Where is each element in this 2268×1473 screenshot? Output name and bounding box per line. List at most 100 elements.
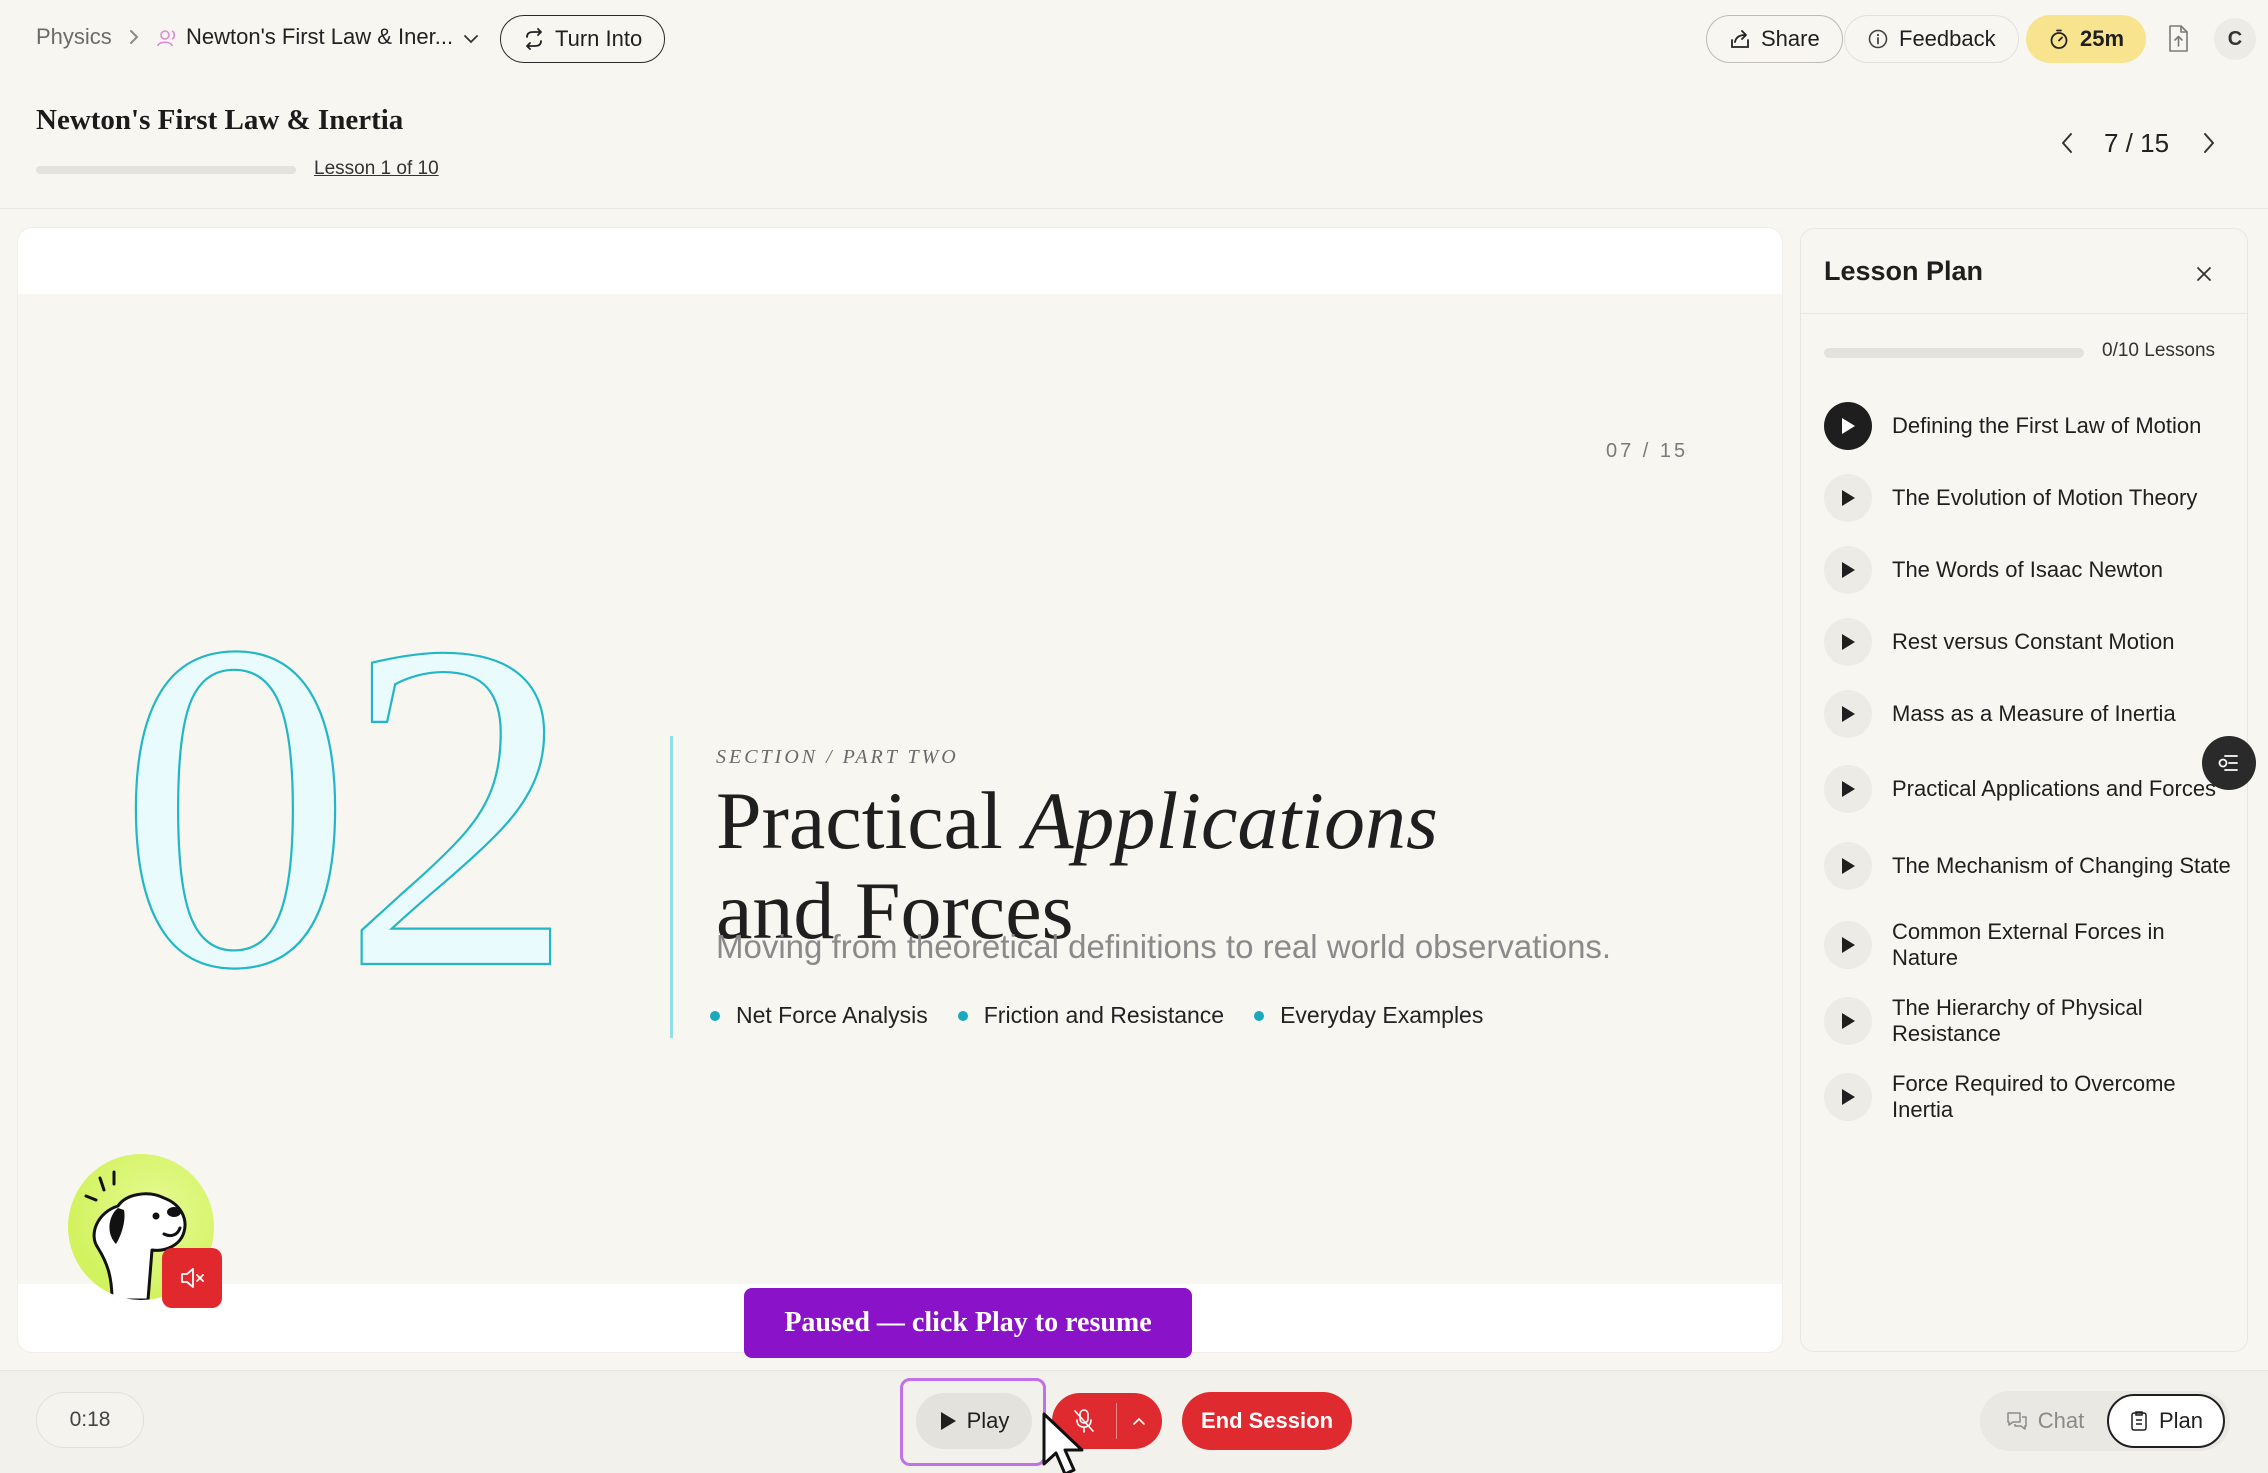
lesson-plan-item[interactable]: Mass as a Measure of Inertia [1824, 690, 2234, 738]
mouse-pointer-icon [1042, 1412, 1084, 1473]
play-icon [1842, 858, 1855, 874]
close-icon[interactable] [2192, 262, 2216, 286]
lesson-plan-title: Lesson Plan [1824, 256, 1984, 286]
lesson-play-button[interactable] [1824, 546, 1872, 594]
play-icon [1842, 562, 1855, 578]
lesson-plan-item[interactable]: Practical Applications and Forces [1824, 765, 2234, 813]
tutor-muted-badge[interactable] [162, 1248, 222, 1308]
slide-number: 07 / 15 [1606, 440, 1689, 462]
lesson-play-button[interactable] [1824, 921, 1872, 969]
play-icon [1842, 781, 1855, 797]
section-number: 02 [118, 624, 564, 1044]
breadcrumb-physics[interactable]: Physics [36, 24, 112, 50]
lesson-plan-item[interactable]: Defining the First Law of Motion [1824, 402, 2234, 450]
play-icon [1842, 634, 1855, 650]
share-button[interactable]: Share [1706, 15, 1843, 63]
play-icon [1842, 706, 1855, 722]
share-label: Share [1761, 26, 1820, 51]
topic-tag: Net Force Analysis [710, 1002, 928, 1029]
chevron-right-icon [130, 30, 139, 44]
end-session-label: End Session [1200, 1408, 1334, 1433]
accent-divider [670, 736, 673, 1038]
lesson-play-button[interactable] [1824, 1073, 1872, 1121]
lesson-title: Common External Forces in Nature [1892, 919, 2165, 970]
lesson-play-button[interactable] [1824, 690, 1872, 738]
clipboard-icon [2131, 1411, 2147, 1431]
lesson-plan-progress-bar [1824, 348, 2084, 358]
chevron-up-icon [1133, 1417, 1145, 1425]
lesson-plan-item[interactable]: The Mechanism of Changing State [1824, 842, 2234, 890]
slide-counter: 7 / 15 [2104, 128, 2170, 158]
lesson-plan-item[interactable]: Rest versus Constant Motion [1824, 618, 2234, 666]
plan-tab-label: Plan [2158, 1408, 2204, 1433]
chevron-down-icon[interactable] [462, 30, 480, 48]
end-session-button[interactable]: End Session [1182, 1392, 1352, 1450]
turn-into-label: Turn Into [555, 26, 643, 51]
lesson-progress-link[interactable]: Lesson 1 of 10 [314, 158, 439, 180]
chat-bubbles-icon [2007, 1412, 2027, 1430]
lesson-play-button[interactable] [1824, 765, 1872, 813]
play-icon [1842, 1089, 1855, 1105]
lesson-progress-bar [36, 166, 296, 174]
topic-tag: Everyday Examples [1254, 1002, 1483, 1029]
lesson-plan-count: 0/10 Lessons [2102, 340, 2216, 361]
feedback-button[interactable]: Feedback [1844, 15, 2019, 63]
list-icon [2218, 755, 2238, 771]
chat-tab[interactable]: Chat [1983, 1394, 2107, 1448]
panel-divider [1801, 313, 2247, 314]
people-icon [157, 30, 176, 47]
lesson-play-button[interactable] [1824, 402, 1872, 450]
lesson-title: Rest versus Constant Motion [1892, 629, 2175, 654]
page-title: Newton's First Law & Inertia [36, 104, 404, 136]
play-label: Play [966, 1408, 1010, 1433]
lesson-title: Mass as a Measure of Inertia [1892, 701, 2176, 726]
lesson-play-button[interactable] [1824, 618, 1872, 666]
play-icon [1842, 418, 1855, 434]
lesson-title: The Mechanism of Changing State [1892, 853, 2231, 878]
avatar[interactable]: C [2214, 18, 2256, 60]
lesson-title: Force Required to Overcome Inertia [1892, 1071, 2176, 1122]
speaker-muted-icon [181, 1268, 204, 1288]
breadcrumb-current-lesson[interactable]: Newton's First Law & Iner... [186, 24, 453, 50]
headline-emphasis: Applications [1023, 775, 1438, 866]
play-icon [1842, 1013, 1855, 1029]
header-divider [0, 208, 2268, 209]
lesson-play-button[interactable] [1824, 842, 1872, 890]
topic-tags: Net Force Analysis Friction and Resistan… [710, 1002, 1483, 1029]
convert-icon [526, 28, 542, 50]
headline-part-1: Practical [716, 775, 1024, 866]
microphone-options-button[interactable] [1117, 1393, 1161, 1449]
lesson-play-button[interactable] [1824, 997, 1872, 1045]
play-icon [940, 1412, 956, 1430]
play-button[interactable]: Play [916, 1393, 1032, 1449]
stopwatch-icon [2050, 29, 2068, 49]
elapsed-time: 0:18 [36, 1392, 144, 1448]
plan-tab[interactable]: Plan [2107, 1394, 2225, 1448]
previous-slide-icon[interactable] [2056, 130, 2078, 156]
lesson-plan-item[interactable]: The Words of Isaac Newton [1824, 546, 2234, 594]
lesson-plan-item[interactable]: The Evolution of Motion Theory [1824, 474, 2234, 522]
sidebar-view-toggle: Chat Plan [1980, 1391, 2230, 1451]
paused-notice-text: Paused — click Play to resume [784, 1307, 1152, 1338]
next-slide-icon[interactable] [2198, 130, 2220, 156]
section-number-graphic: 02 [118, 624, 577, 1044]
session-timer[interactable]: 25m [2026, 15, 2147, 63]
lesson-title: The Evolution of Motion Theory [1892, 485, 2198, 510]
bullet-dot-icon [1254, 1010, 1265, 1021]
section-kicker: SECTION / PART TWO [716, 746, 959, 768]
topic-tag-label: Net Force Analysis [736, 1002, 928, 1028]
timer-label: 25m [2080, 26, 2125, 51]
topic-tag-label: Everyday Examples [1280, 1002, 1484, 1028]
topic-tag-label: Friction and Resistance [983, 1002, 1225, 1028]
lesson-plan-item[interactable]: Force Required to Overcome Inertia [1824, 1071, 2234, 1123]
lesson-plan-item[interactable]: The Hierarchy of Physical Resistance [1824, 995, 2234, 1047]
lesson-plan-item[interactable]: Common External Forces in Nature [1824, 919, 2234, 971]
turn-into-button[interactable]: Turn Into [500, 15, 666, 63]
share-icon [1731, 30, 1749, 48]
lesson-play-button[interactable] [1824, 474, 1872, 522]
outline-toggle-button[interactable] [2202, 736, 2256, 790]
play-icon [1842, 937, 1855, 953]
file-export-icon[interactable] [2164, 24, 2192, 54]
bullet-dot-icon [710, 1010, 720, 1021]
feedback-label: Feedback [1899, 26, 1996, 51]
